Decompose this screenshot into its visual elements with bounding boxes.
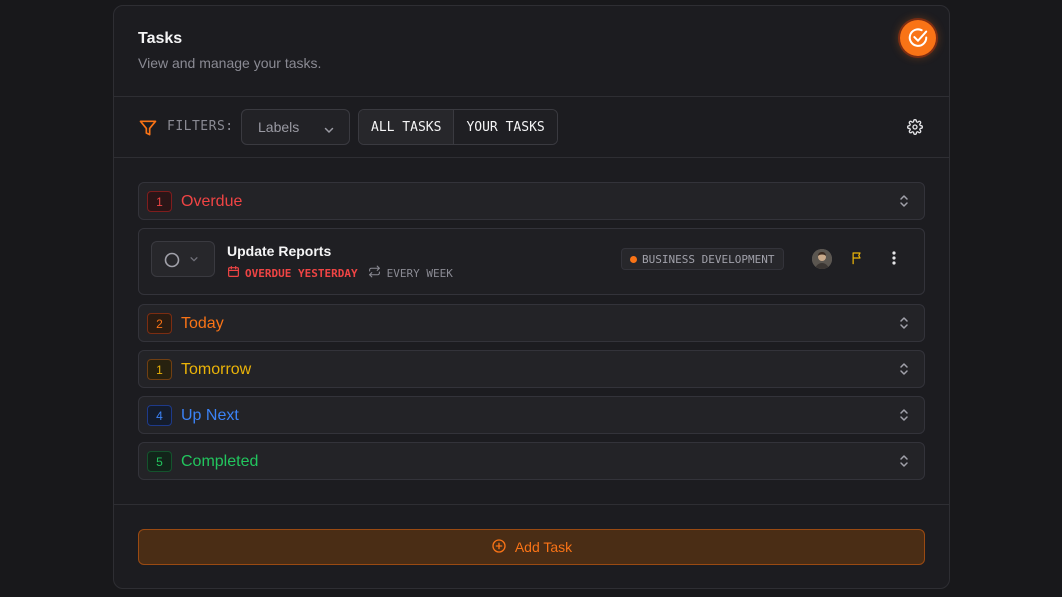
group-tomorrow[interactable]: 1 Tomorrow	[138, 350, 925, 388]
task-repeat: EVERY WEEK	[386, 266, 453, 280]
task-row[interactable]: Update Reports OVERDUE YESTERDAY EVERY W…	[138, 228, 925, 295]
tasks-card: Tasks View and manage your tasks. FILTER…	[113, 5, 950, 589]
group-label: Overdue	[181, 193, 243, 210]
group-count: 4	[147, 405, 172, 426]
chevron-up-down-icon[interactable]	[898, 408, 910, 427]
group-today[interactable]: 2 Today	[138, 304, 925, 342]
filter-icon	[138, 118, 158, 143]
filters-label: FILTERS:	[167, 119, 234, 134]
chevron-down-icon	[190, 257, 198, 262]
labels-select-value: Labels	[258, 119, 300, 135]
group-label: Completed	[181, 453, 259, 470]
filter-bar: FILTERS: Labels ALL TASKS YOUR TASKS	[114, 97, 949, 158]
circle-icon	[164, 252, 180, 268]
chevron-up-down-icon[interactable]	[898, 362, 910, 381]
card-footer: Add Task	[114, 504, 949, 588]
tab-all-tasks[interactable]: ALL TASKS	[359, 110, 454, 144]
label-dot	[630, 255, 637, 263]
group-label: Today	[181, 315, 224, 332]
group-label: Tomorrow	[181, 361, 252, 378]
tab-your-tasks[interactable]: YOUR TASKS	[453, 110, 557, 144]
group-overdue[interactable]: 1 Overdue	[138, 182, 925, 220]
gear-icon[interactable]	[907, 119, 923, 140]
task-label-badge[interactable]: BUSINESS DEVELOPMENT	[621, 248, 785, 270]
task-due: OVERDUE YESTERDAY	[245, 266, 358, 280]
chevron-up-down-icon[interactable]	[898, 454, 910, 473]
task-title[interactable]: Update Reports	[227, 243, 331, 259]
flag-icon[interactable]	[850, 250, 865, 271]
group-count: 5	[147, 451, 172, 472]
group-label: Up Next	[181, 407, 239, 424]
more-vertical-icon[interactable]	[887, 250, 901, 271]
page-subtitle: View and manage your tasks.	[138, 55, 322, 71]
scope-toggle: ALL TASKS YOUR TASKS	[358, 109, 558, 145]
avatar[interactable]	[812, 249, 832, 269]
group-count: 2	[147, 313, 172, 334]
task-label: BUSINESS DEVELOPMENT	[642, 252, 775, 266]
user-avatar-icon	[812, 249, 832, 269]
group-completed[interactable]: 5 Completed	[138, 442, 925, 480]
task-meta: OVERDUE YESTERDAY EVERY WEEK	[227, 265, 453, 281]
task-status-button[interactable]	[151, 241, 215, 277]
add-task-button[interactable]: Add Task	[138, 529, 925, 565]
chevron-up-down-icon[interactable]	[898, 316, 910, 335]
plus-circle-icon	[491, 538, 507, 557]
repeat-icon	[368, 265, 381, 281]
calendar-icon	[227, 265, 240, 281]
labels-select[interactable]: Labels	[241, 109, 350, 145]
card-header: Tasks View and manage your tasks.	[114, 6, 949, 97]
check-circle-icon	[900, 20, 936, 56]
page-title: Tasks	[138, 30, 183, 47]
group-count: 1	[147, 191, 172, 212]
chevron-up-down-icon[interactable]	[898, 194, 910, 213]
add-task-label: Add Task	[514, 539, 573, 555]
chevron-down-icon	[323, 123, 335, 139]
group-up-next[interactable]: 4 Up Next	[138, 396, 925, 434]
group-count: 1	[147, 359, 172, 380]
